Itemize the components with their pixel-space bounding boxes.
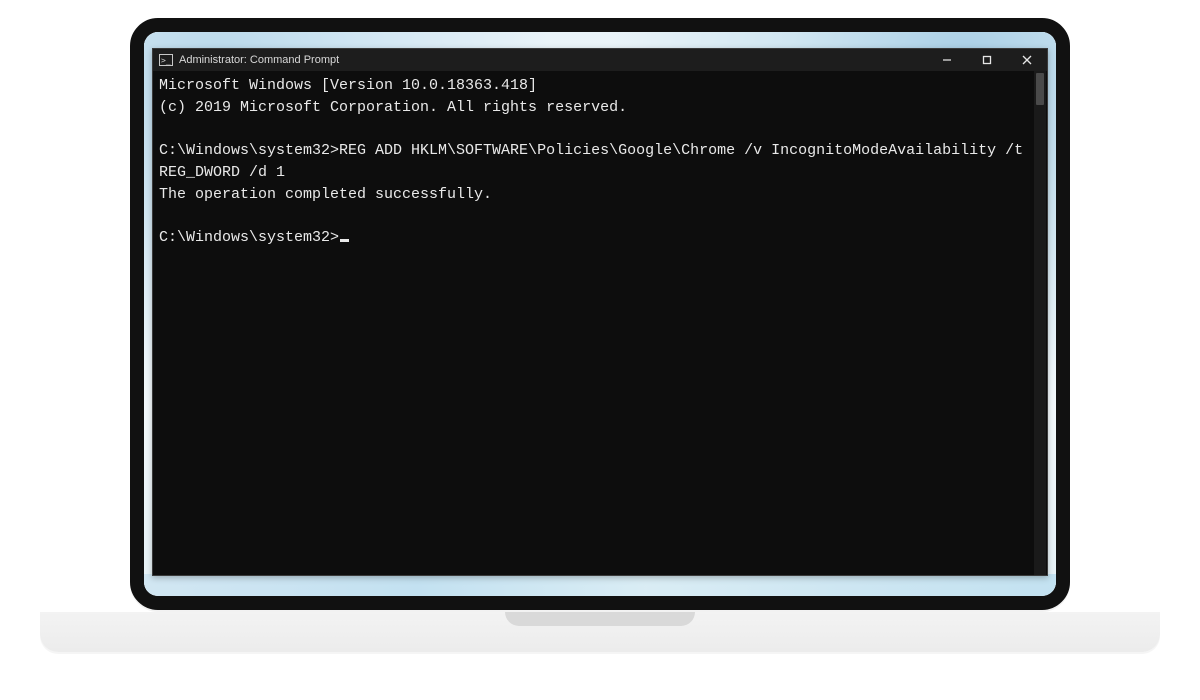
terminal-current-prompt-line: C:\Windows\system32> bbox=[159, 227, 1041, 249]
maximize-button[interactable] bbox=[967, 49, 1007, 71]
laptop-hinge-notch bbox=[505, 612, 695, 626]
window-titlebar[interactable]: >_ Administrator: Command Prompt bbox=[153, 49, 1047, 71]
command-prompt-window: >_ Administrator: Command Prompt bbox=[152, 48, 1048, 576]
terminal-result-line: The operation completed successfully. bbox=[159, 184, 1041, 206]
command-prompt-icon: >_ bbox=[159, 54, 173, 66]
stage: >_ Administrator: Command Prompt bbox=[0, 0, 1200, 700]
terminal-prompt-2: C:\Windows\system32> bbox=[159, 229, 339, 246]
close-button[interactable] bbox=[1007, 49, 1047, 71]
laptop-base bbox=[40, 612, 1160, 652]
minimize-button[interactable] bbox=[927, 49, 967, 71]
window-title: Administrator: Command Prompt bbox=[179, 54, 339, 66]
terminal-blank-line-2 bbox=[159, 206, 1041, 228]
laptop-frame: >_ Administrator: Command Prompt bbox=[130, 18, 1070, 610]
terminal-cursor bbox=[340, 239, 349, 242]
scrollbar-thumb[interactable] bbox=[1036, 73, 1044, 105]
terminal-prompt-1: C:\Windows\system32> bbox=[159, 142, 339, 159]
svg-text:>_: >_ bbox=[161, 56, 171, 65]
terminal-blank-line bbox=[159, 119, 1041, 141]
laptop-screen: >_ Administrator: Command Prompt bbox=[144, 32, 1056, 596]
terminal-body[interactable]: Microsoft Windows [Version 10.0.18363.41… bbox=[153, 71, 1047, 575]
terminal-header-line-1: Microsoft Windows [Version 10.0.18363.41… bbox=[159, 75, 1041, 97]
terminal-command-line: C:\Windows\system32>REG ADD HKLM\SOFTWAR… bbox=[159, 140, 1041, 184]
vertical-scrollbar[interactable] bbox=[1034, 71, 1046, 575]
terminal-header-line-2: (c) 2019 Microsoft Corporation. All righ… bbox=[159, 97, 1041, 119]
